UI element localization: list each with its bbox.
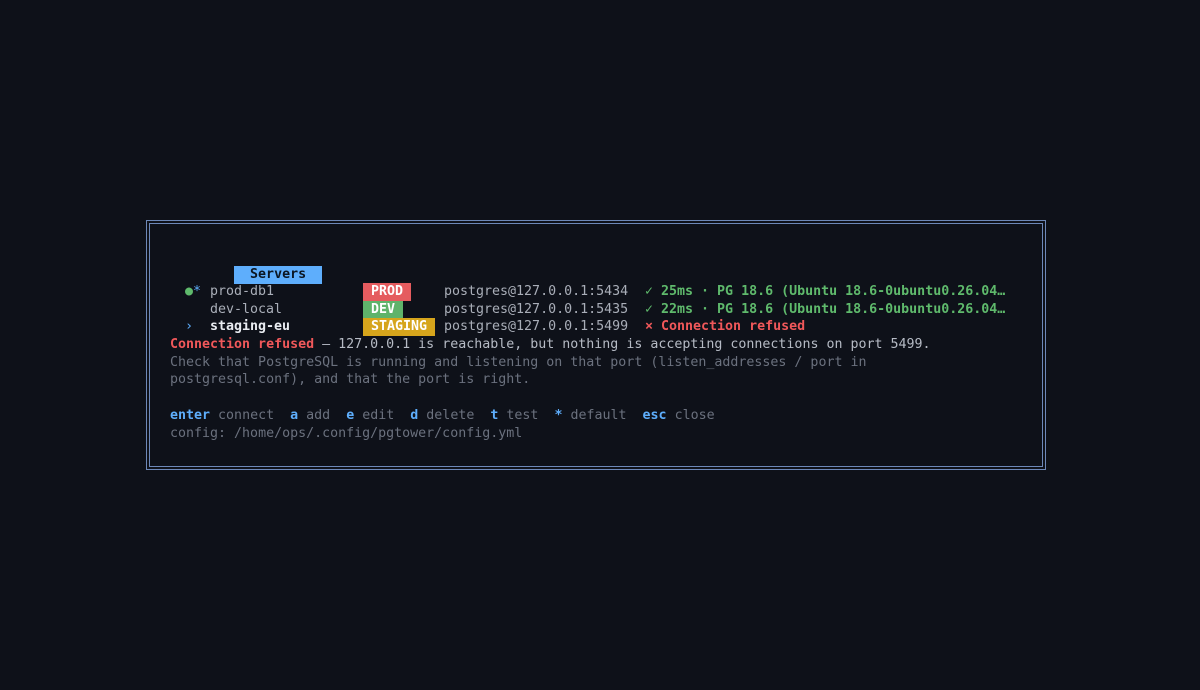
server-name: prod-db1 xyxy=(210,284,275,299)
server-row-prod-db1[interactable]: ●* prod-db1 PROD postgres@127.0.0.1:5434… xyxy=(170,283,1022,301)
selection-cursor-icon: › xyxy=(185,319,194,335)
servers-panel-inner-border: Servers ●* prod-db1 PROD postgres@127.0.… xyxy=(149,223,1043,467)
servers-panel-content: Servers ●* prod-db1 PROD postgres@127.0.… xyxy=(170,248,1022,442)
error-hint-line-2: postgresql.conf), and that the port is r… xyxy=(170,372,531,388)
environment-tag: PROD xyxy=(363,283,412,301)
server-address: postgres@127.0.0.1:5434 xyxy=(444,284,629,299)
environment-tag: STAGING xyxy=(363,318,436,337)
shortcut-key: esc xyxy=(642,407,667,423)
shortcut-label: edit xyxy=(362,407,395,423)
shortcut-delete[interactable]: d delete xyxy=(410,408,474,423)
shortcut-label: close xyxy=(674,407,715,423)
shortcut-key: d xyxy=(410,407,419,423)
server-status: ✓ 22ms · PG 18.6 (Ubuntu 18.6-0ubuntu0.2… xyxy=(645,301,1006,317)
server-marker: ●* xyxy=(185,283,201,301)
shortcut-default[interactable]: * default xyxy=(554,408,626,423)
default-star-icon: * xyxy=(193,284,202,299)
shortcut-test[interactable]: t test xyxy=(490,408,538,423)
shortcut-label: add xyxy=(306,407,331,423)
shortcut-add[interactable]: a add xyxy=(290,408,330,423)
shortcut-close[interactable]: esc close xyxy=(643,408,715,423)
server-status: × Connection refused xyxy=(645,319,806,335)
error-message: — 127.0.0.1 is reachable, but nothing is… xyxy=(314,337,931,353)
server-name: dev-local xyxy=(210,301,283,317)
server-address: postgres@127.0.0.1:5499 xyxy=(444,319,629,335)
shortcut-key: e xyxy=(346,407,355,423)
error-hint-line-1: Check that PostgreSQL is running and lis… xyxy=(170,354,867,370)
shortcut-bar: enter connect a add e edit d delete t te… xyxy=(170,407,1022,425)
shortcut-key: a xyxy=(290,407,299,423)
config-label: config: xyxy=(170,425,235,441)
shortcut-label: connect xyxy=(218,407,275,423)
error-message-line: Connection refused — 127.0.0.1 is reacha… xyxy=(170,336,1022,354)
server-row-dev-local[interactable]: dev-local DEV postgres@127.0.0.1:5435 ✓ … xyxy=(170,300,1022,319)
shortcut-label: delete xyxy=(426,407,475,423)
shortcut-label: default xyxy=(570,407,627,423)
panel-title-row: Servers xyxy=(170,248,1022,284)
panel-title: Servers xyxy=(234,266,323,284)
error-title: Connection refused xyxy=(170,337,315,353)
environment-badge-dev: DEV xyxy=(363,300,404,319)
server-name: staging-eu xyxy=(210,319,291,335)
config-path-line: config: /home/ops/.config/pgtower/config… xyxy=(170,425,1022,443)
server-status: ✓ 25ms · PG 18.6 (Ubuntu 18.6-0ubuntu0.2… xyxy=(645,284,1006,299)
shortcut-key: enter xyxy=(170,407,211,423)
shortcut-edit[interactable]: e edit xyxy=(346,408,394,423)
server-row-staging-eu[interactable]: › staging-eu STAGING postgres@127.0.0.1:… xyxy=(170,318,1022,337)
server-address: postgres@127.0.0.1:5435 xyxy=(444,301,629,317)
environment-badge-staging: STAGING xyxy=(363,318,436,337)
connected-dot-icon: ● xyxy=(185,284,194,299)
shortcut-connect[interactable]: enter connect xyxy=(170,408,274,423)
shortcut-key: * xyxy=(554,407,563,423)
environment-badge-prod: PROD xyxy=(363,283,412,301)
shortcut-label: test xyxy=(506,407,539,423)
shortcut-key: t xyxy=(490,407,499,423)
environment-tag: DEV xyxy=(363,300,404,319)
servers-panel: Servers ●* prod-db1 PROD postgres@127.0.… xyxy=(146,220,1046,470)
config-path: /home/ops/.config/pgtower/config.yml xyxy=(234,425,523,441)
